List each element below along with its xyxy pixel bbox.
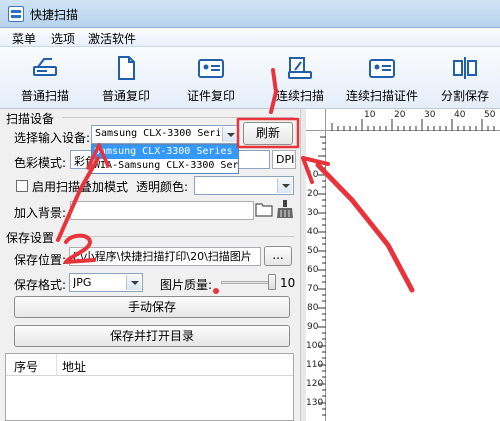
- save-format-value: JPG: [73, 276, 92, 289]
- device-select-value: Samsung CLX-3300 Series: [95, 128, 220, 139]
- transparent-color-label: 透明颜色:: [136, 180, 189, 194]
- device-label: 选择输入设备:: [14, 131, 91, 145]
- save-format-select[interactable]: JPG: [69, 273, 143, 292]
- background-label: 加入背景:: [14, 206, 67, 220]
- normal-scan-button[interactable]: 普通扫描: [14, 51, 76, 105]
- ruler-number: 10: [364, 110, 376, 120]
- column-separator: [56, 354, 57, 376]
- id-card-icon: [198, 59, 224, 78]
- scanner-app-icon: [8, 6, 24, 22]
- ruler-number: 20: [394, 110, 406, 120]
- device-option[interactable]: Samsung CLX-3300 Series: [92, 145, 238, 159]
- ruler-number: 60: [307, 265, 319, 275]
- id-copy-button[interactable]: 证件复印: [180, 51, 242, 105]
- browse-button[interactable]: ...: [264, 246, 292, 266]
- refresh-button[interactable]: 刷新: [243, 122, 293, 145]
- normal-scan-label: 普通扫描: [20, 89, 69, 103]
- ruler-number: 90: [307, 322, 319, 332]
- save-location-label: 保存位置:: [14, 253, 67, 267]
- device-select[interactable]: Samsung CLX-3300 Series: [91, 125, 239, 144]
- column-address[interactable]: 地址: [62, 358, 86, 375]
- save-format-label: 保存格式:: [14, 278, 67, 292]
- save-open-folder-button[interactable]: 保存并打开目录: [14, 325, 290, 347]
- ruler-number: 70: [307, 284, 319, 294]
- file-list[interactable]: 序号 地址: [5, 353, 294, 421]
- normal-copy-label: 普通复印: [101, 89, 150, 103]
- split-icon: [453, 57, 477, 79]
- image-quality-label: 图片质量:: [160, 278, 213, 292]
- menu-bar: 菜单 选项 激活软件: [0, 28, 500, 47]
- transparent-color-select[interactable]: [194, 176, 294, 195]
- folder-icon[interactable]: [255, 200, 273, 218]
- split-save-button[interactable]: 分割保存: [434, 51, 496, 105]
- ruler-number: 10: [307, 170, 319, 180]
- ruler-number: 80: [307, 303, 319, 313]
- image-quality-value: 10: [280, 276, 296, 290]
- column-index[interactable]: 序号: [14, 358, 38, 375]
- ruler-left: 10 20 30 40 50 60 70 80 90 100 110 120 1…: [306, 131, 326, 421]
- save-location-value: J:\小程序\快捷扫描打印\20\扫描图片: [73, 250, 252, 263]
- ruler-top: 10 20 30 40 50: [326, 109, 500, 131]
- file-list-header: 序号 地址: [6, 354, 293, 376]
- id-card-icon: [369, 59, 395, 78]
- window-title: 快捷扫描: [30, 8, 79, 22]
- toolbar: 普通扫描 普通复印 证件复印 连续扫描 连续扫描证件 分割保存: [0, 47, 500, 109]
- group-divider: [62, 117, 294, 118]
- document-icon: [118, 56, 135, 80]
- continuous-id-scan-button[interactable]: 连续扫描证件: [344, 51, 420, 105]
- menu-item-menu[interactable]: 菜单: [12, 30, 36, 47]
- menu-item-activate[interactable]: 激活软件: [88, 30, 136, 47]
- chevron-down-icon[interactable]: [222, 127, 237, 142]
- continuous-id-scan-label: 连续扫描证件: [345, 89, 418, 103]
- group-divider: [62, 236, 294, 237]
- id-copy-label: 证件复印: [186, 89, 235, 103]
- continuous-scanner-icon: [288, 57, 312, 79]
- manual-save-button[interactable]: 手动保存: [14, 296, 290, 318]
- ruler-number: 120: [306, 379, 324, 389]
- ruler-number: 40: [454, 110, 466, 120]
- ruler-number: 130: [306, 398, 324, 408]
- dpi-label: DPI: [276, 153, 295, 166]
- ruler-number: 40: [307, 227, 319, 237]
- chevron-down-icon[interactable]: [126, 275, 141, 290]
- scanner-icon: [33, 58, 57, 76]
- save-location-field[interactable]: J:\小程序\快捷扫描打印\20\扫描图片: [69, 247, 261, 266]
- device-dropdown-list: Samsung CLX-3300 Series WIA-Samsung CLX-…: [91, 144, 239, 174]
- split-save-label: 分割保存: [440, 89, 489, 103]
- dpi-field[interactable]: DPI: [272, 150, 296, 169]
- ruler-number: 100: [306, 341, 324, 351]
- save-group-title: 保存设置: [6, 229, 57, 246]
- normal-copy-button[interactable]: 普通复印: [95, 51, 157, 105]
- ruler-number: 30: [424, 110, 436, 120]
- ruler-number: 20: [307, 189, 319, 199]
- menu-item-options[interactable]: 选项: [51, 30, 75, 47]
- background-field[interactable]: [70, 201, 254, 220]
- continuous-scan-button[interactable]: 连续扫描: [269, 51, 331, 105]
- chevron-down-icon[interactable]: [277, 178, 292, 193]
- device-option[interactable]: WIA-Samsung CLX-3300 Series: [92, 159, 238, 173]
- ruler-ticks: [331, 119, 495, 131]
- ruler-corner: [306, 109, 326, 131]
- ruler-number: 50: [484, 110, 496, 120]
- overlay-mode-label: 启用扫描叠加模式: [32, 180, 129, 194]
- quality-slider-thumb[interactable]: [268, 274, 276, 290]
- overlay-mode-checkbox[interactable]: [16, 180, 28, 192]
- preview-page: [326, 131, 500, 421]
- continuous-scan-label: 连续扫描: [275, 89, 324, 103]
- quality-slider-track[interactable]: [221, 281, 273, 284]
- ruler-number: 110: [306, 360, 324, 370]
- broom-icon[interactable]: [275, 199, 295, 219]
- ruler-number: 30: [307, 208, 319, 218]
- scan-device-group-title: 扫描设备: [6, 110, 57, 127]
- color-mode-label: 色彩模式:: [14, 156, 67, 170]
- title-bar: 快捷扫描: [0, 0, 500, 28]
- ruler-number: 50: [307, 246, 319, 256]
